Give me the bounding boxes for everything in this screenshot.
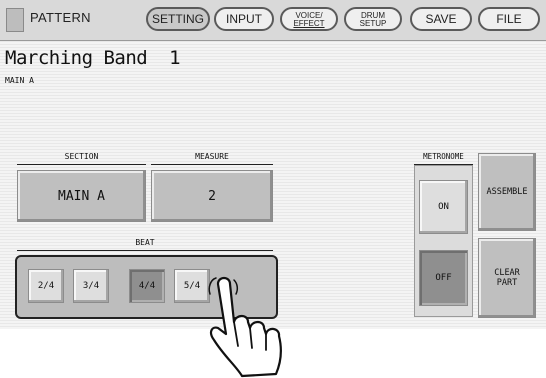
measure-header: MEASURE (151, 152, 273, 165)
beat-option-3-4[interactable]: 3/4 (73, 269, 109, 303)
metronome-on-button[interactable]: ON (419, 180, 468, 234)
assemble-label: ASSEMBLE (486, 187, 528, 197)
section-subtitle: MAIN A (5, 76, 34, 85)
mode-label: PATTERN (30, 10, 91, 25)
beat-option-label: 4/4 (138, 281, 156, 291)
tab-drum-setup-line2: SETUP (359, 18, 387, 28)
metronome-off-button[interactable]: OFF (419, 250, 468, 306)
tab-file-label: FILE (496, 12, 522, 26)
tab-drum-setup[interactable]: DRUM SETUP (344, 7, 402, 31)
clear-part-button[interactable]: CLEAR PART (478, 238, 536, 318)
section-button[interactable]: MAIN A (17, 170, 146, 222)
assemble-button[interactable]: ASSEMBLE (478, 153, 536, 231)
pointing-hand-icon (208, 276, 283, 378)
tab-setting[interactable]: SETTING (146, 7, 210, 31)
metronome-off-label: OFF (435, 273, 452, 283)
clear-part-label-line1: CLEAR (494, 268, 520, 278)
beat-option-4-4[interactable]: 4/4 (129, 269, 165, 303)
clear-part-label-line2: PART (496, 278, 518, 288)
metronome-on-label: ON (438, 202, 449, 212)
section-value: MAIN A (58, 188, 105, 204)
measure-value: 2 (208, 188, 216, 204)
beat-option-label: 2/4 (37, 281, 55, 291)
tab-voice-effect-line2: EFFECT (293, 18, 325, 28)
tab-save-label: SAVE (425, 12, 457, 26)
beat-option-2-4[interactable]: 2/4 (28, 269, 64, 303)
mode-indicator (6, 8, 24, 32)
section-header: SECTION (17, 152, 146, 165)
tab-file[interactable]: FILE (478, 7, 540, 31)
tab-input[interactable]: INPUT (214, 7, 274, 31)
beat-header: BEAT (17, 238, 273, 251)
metronome-group: ON OFF (414, 165, 473, 317)
metronome-header: METRONOME (414, 152, 473, 165)
measure-button[interactable]: 2 (151, 170, 273, 222)
tab-setting-label: SETTING (151, 12, 204, 26)
top-bar: PATTERN SETTING INPUT VOICE/ EFFECT DRUM… (0, 0, 546, 41)
tab-voice-effect[interactable]: VOICE/ EFFECT (280, 7, 338, 31)
tab-input-label: INPUT (226, 12, 262, 26)
pattern-name: Marching Band 1 (5, 47, 181, 69)
tab-save[interactable]: SAVE (410, 7, 472, 31)
beat-option-label: 3/4 (82, 281, 100, 291)
